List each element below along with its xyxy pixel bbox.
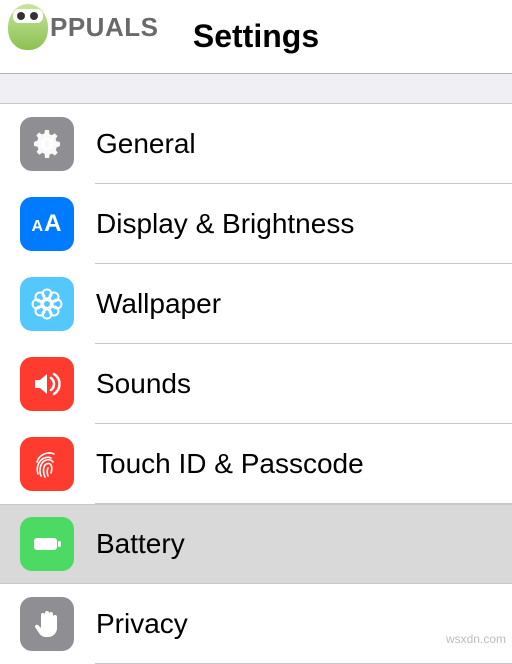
watermark-text: wsxdn.com [446,632,506,646]
settings-row-privacy[interactable]: Privacy [0,584,512,664]
row-label: General [74,128,196,160]
fingerprint-icon [20,437,74,491]
row-label: Wallpaper [74,288,221,320]
flower-icon [20,277,74,331]
mascot-icon [8,4,48,50]
text-size-icon: AA [20,197,74,251]
section-spacer [0,74,512,104]
settings-row-sounds[interactable]: Sounds [0,344,512,424]
settings-row-display[interactable]: AA Display & Brightness [0,184,512,264]
row-label: Privacy [74,608,188,640]
row-label: Display & Brightness [74,208,354,240]
gear-icon [20,117,74,171]
settings-header: PPUALS Settings [0,0,512,74]
settings-row-wallpaper[interactable]: Wallpaper [0,264,512,344]
battery-icon [20,517,74,571]
settings-row-touchid[interactable]: Touch ID & Passcode [0,424,512,504]
settings-list: General AA Display & Brightness Wallpape… [0,104,512,664]
row-label: Touch ID & Passcode [74,448,364,480]
page-title: Settings [193,18,319,55]
speaker-icon [20,357,74,411]
logo-text: PPUALS [50,12,158,43]
row-label: Sounds [74,368,191,400]
row-label: Battery [74,528,185,560]
hand-icon [20,597,74,651]
settings-row-general[interactable]: General [0,104,512,184]
appuals-logo: PPUALS [8,4,158,50]
settings-row-battery[interactable]: Battery [0,504,512,584]
